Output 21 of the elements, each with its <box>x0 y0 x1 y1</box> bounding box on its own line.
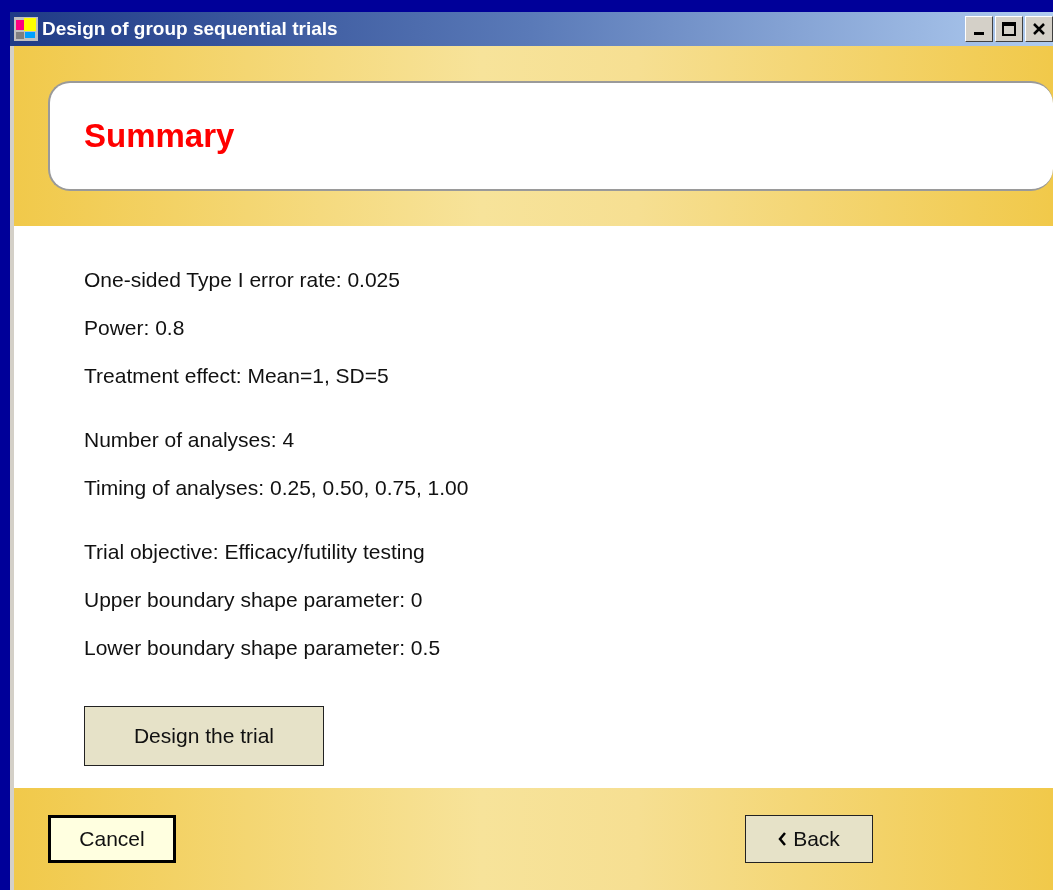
summary-line: Power: 0.8 <box>84 315 185 341</box>
summary-line: Upper boundary shape parameter: 0 <box>84 587 423 613</box>
page-heading: Summary <box>84 117 235 155</box>
minimize-button[interactable] <box>965 16 993 42</box>
summary-line: One-sided Type I error rate: 0.025 <box>84 267 400 293</box>
summary-line: Timing of analyses: 0.25, 0.50, 0.75, 1.00 <box>84 475 469 501</box>
summary-line: Lower boundary shape parameter: 0.5 <box>84 635 441 661</box>
maximize-icon <box>1002 22 1016 36</box>
close-button[interactable] <box>1025 16 1053 42</box>
window-title: Design of group sequential trials <box>42 18 339 40</box>
summary-line: Number of analyses: 4 <box>84 427 295 453</box>
summary-line: Treatment effect: Mean=1, SD=5 <box>84 363 389 389</box>
summary-line: Trial objective: Efficacy/futility testing <box>84 539 425 565</box>
app-icon <box>14 17 38 41</box>
cancel-button[interactable]: Cancel <box>48 815 176 863</box>
back-button[interactable]: Back <box>745 815 873 863</box>
caret-icon <box>778 832 788 846</box>
close-icon <box>1033 23 1045 35</box>
maximize-button[interactable] <box>995 16 1023 42</box>
design-trial-button[interactable]: Design the trial <box>84 706 324 766</box>
minimize-icon <box>974 32 984 35</box>
